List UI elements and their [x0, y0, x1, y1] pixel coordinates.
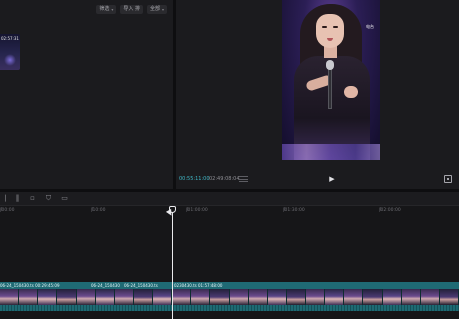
audio-waveform — [0, 305, 459, 311]
split-icon[interactable]: ❘ — [2, 195, 9, 202]
ruler-tick: |10:00 — [91, 208, 106, 213]
video-track[interactable]: 06-24_150430.ts 00:29:45:09 06-24_150430… — [0, 282, 459, 311]
crop-icon[interactable]: ▭ — [61, 195, 68, 202]
clip-label: 06-24_150430.ts 00:29:45:09 — [0, 283, 60, 288]
delete-icon[interactable]: ▫ — [29, 195, 36, 202]
video-caption: 电台 — [366, 24, 374, 29]
playhead-line[interactable] — [172, 207, 173, 319]
media-panel: 筛选 ▾ 导入 排 全部 ▾ 02:57:31 — [0, 0, 173, 189]
filter-label: 筛选 — [99, 6, 110, 12]
view-all-label: 全部 — [149, 6, 160, 12]
view-all-dropdown[interactable]: 全部 ▾ — [146, 5, 167, 14]
clip-thumbnails[interactable] — [0, 289, 459, 305]
ruler-tick: |02:00:00 — [379, 208, 401, 213]
media-thumbnail[interactable]: 02:57:31 — [0, 34, 20, 70]
sort-button[interactable]: 导入 排 — [120, 5, 143, 14]
play-icon[interactable]: ▶ — [328, 175, 336, 183]
ruler-tick: |01:00:00 — [186, 208, 208, 213]
list-icon[interactable] — [239, 176, 248, 182]
timeline-toolbar: ❘ ‖ ▫ ⛉ ▭ — [0, 192, 459, 206]
fullscreen-icon[interactable] — [444, 175, 452, 183]
filter-dropdown[interactable]: 筛选 ▾ — [96, 5, 117, 14]
current-time: 00:55:11:00 — [179, 176, 210, 182]
chevron-down-icon: ▾ — [161, 7, 164, 12]
player-panel: 电台 00:55:11:00 02:49:08:04 ▶ — [176, 0, 459, 189]
ruler-tick: |00:00 — [0, 208, 15, 213]
player-controls: 00:55:11:00 02:49:08:04 ▶ — [176, 172, 459, 186]
clip-header: 06-24_150430.ts 00:29:45:09 06-24_150430… — [0, 282, 459, 289]
timeline: ❘ ‖ ▫ ⛉ ▭ |00:00 |10:00 |01:00:00 |01:30… — [0, 192, 459, 319]
time-ruler[interactable]: |00:00 |10:00 |01:00:00 |01:30:00 |02:00… — [0, 207, 459, 217]
media-toolbar: 筛选 ▾ 导入 排 全部 ▾ — [96, 5, 167, 14]
video-preview: 电台 — [282, 0, 380, 160]
thumbnail-image — [4, 54, 16, 66]
sort-label: 导入 排 — [123, 6, 140, 12]
clip-label: 06-24_150430.ts — [124, 283, 158, 288]
total-time: 02:49:08:04 — [209, 176, 240, 182]
thumbnail-duration: 02:57:31 — [1, 36, 19, 41]
ruler-tick: |01:30:00 — [283, 208, 305, 213]
clip-label: 0230430.ts — [174, 283, 197, 288]
split-both-icon[interactable]: ‖ — [14, 195, 21, 202]
shield-icon[interactable]: ⛉ — [45, 195, 52, 202]
clip-label: 01:57:48:00 — [198, 283, 223, 288]
clip-label: 06-24_150430 — [91, 283, 120, 288]
chevron-down-icon: ▾ — [111, 7, 114, 12]
